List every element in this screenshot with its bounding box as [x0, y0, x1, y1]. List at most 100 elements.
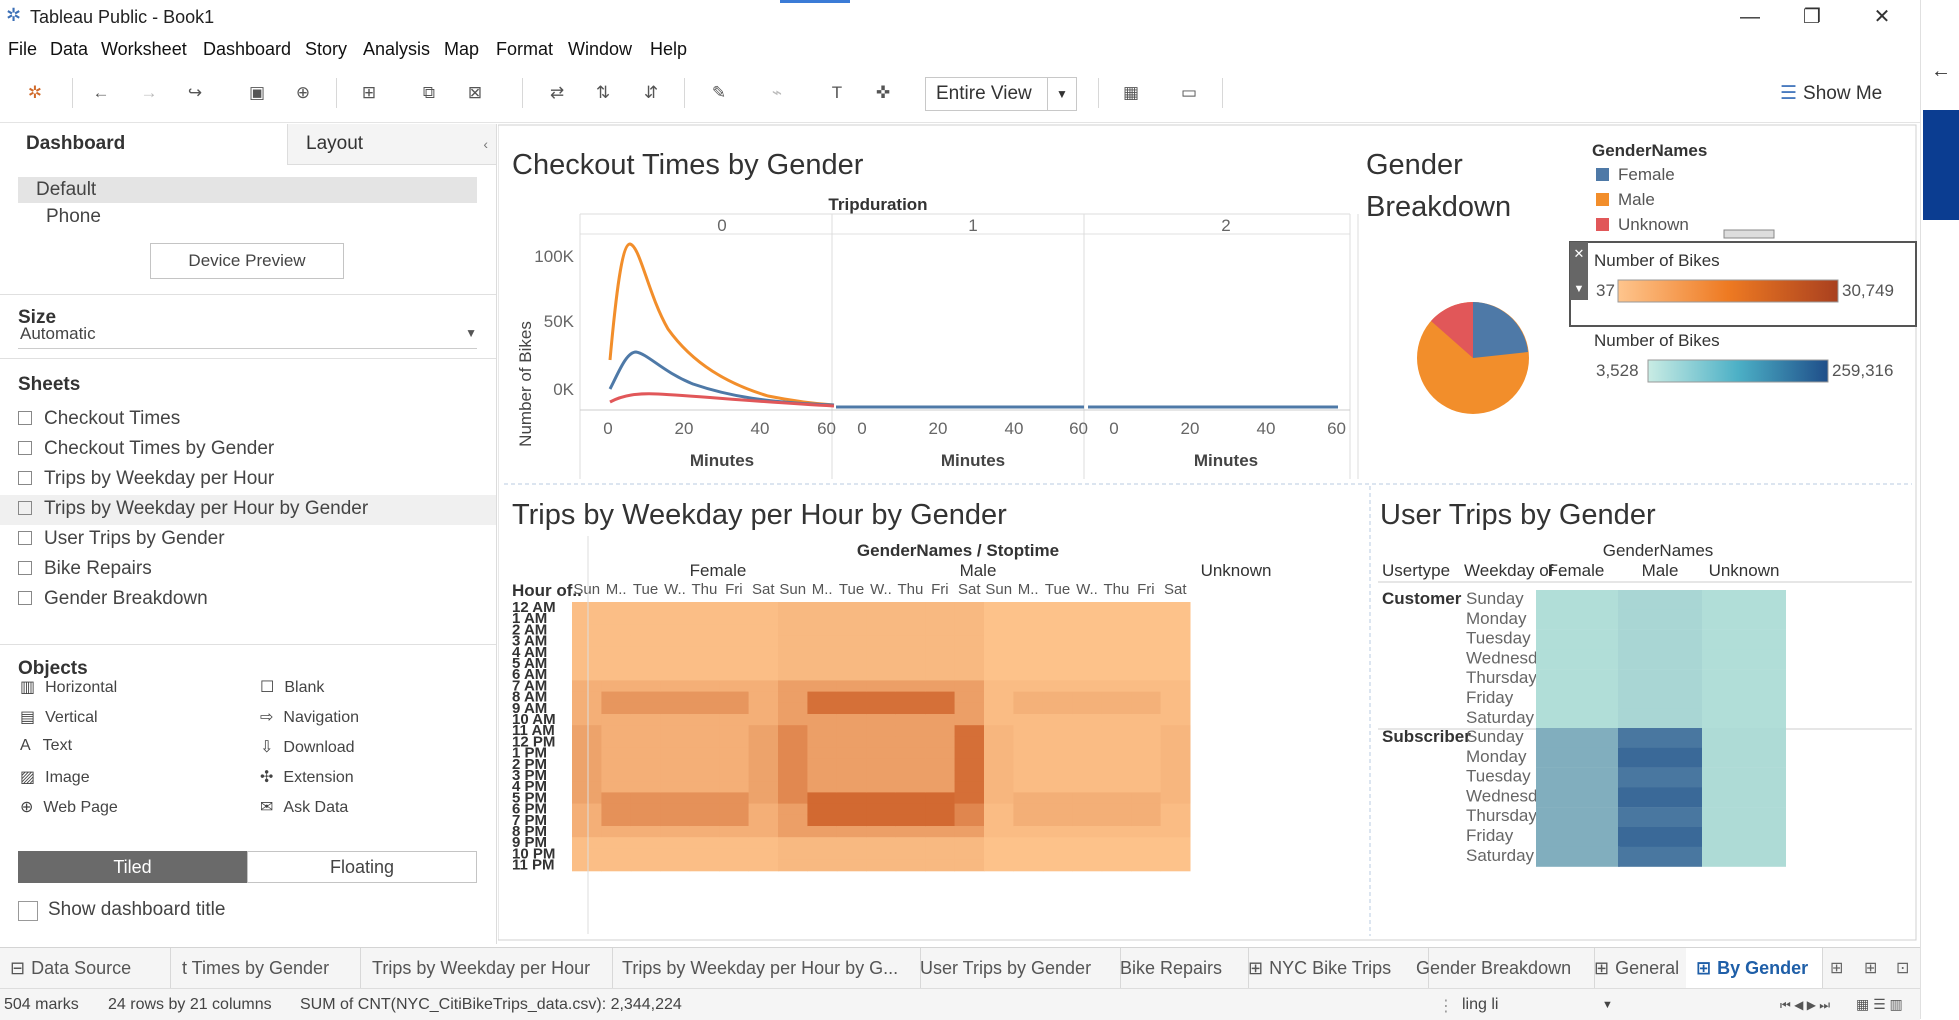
object-blank[interactable]: ☐ Blank: [260, 677, 324, 697]
tab-data-source[interactable]: ⊟ Data Source: [0, 948, 171, 988]
object-text[interactable]: A Text: [20, 737, 72, 755]
heatmap-day-label: W..: [1076, 581, 1098, 598]
drag-handle[interactable]: [1723, 229, 1775, 239]
label-icon[interactable]: T: [826, 82, 848, 104]
dashboard-tab-active[interactable]: ⊞ By Gender: [1686, 948, 1823, 988]
heatmap-cell: [719, 814, 750, 827]
save-icon[interactable]: ▣: [246, 82, 268, 104]
sort-ascending-icon[interactable]: ⇅: [592, 82, 614, 104]
sheet-tab[interactable]: Trips by Weekday per Hour by G...: [612, 948, 921, 988]
heatmap-cell: [778, 781, 808, 793]
minimize-icon[interactable]: —: [1730, 4, 1770, 30]
heatmap-cell: [1072, 725, 1103, 737]
usertrips-cell: [1618, 609, 1702, 630]
object-extension[interactable]: ✣ Extension: [260, 767, 354, 787]
heatmap-cell: [1072, 770, 1103, 782]
chevron-down-icon[interactable]: ▼: [1602, 999, 1613, 1011]
swap-icon[interactable]: ⇄: [546, 82, 568, 104]
sheet-item[interactable]: Trips by Weekday per Hour: [18, 468, 496, 492]
menu-file[interactable]: File: [8, 39, 37, 60]
sheet-item[interactable]: Trips by Weekday per Hour by Gender: [18, 498, 496, 522]
sheet-tab[interactable]: Trips by Weekday per Hour: [362, 948, 613, 988]
undo-icon[interactable]: ←: [90, 82, 112, 104]
menu-worksheet[interactable]: Worksheet: [101, 39, 187, 60]
clear-sheet-icon[interactable]: ⊠: [464, 82, 486, 104]
heatmap-cell: [601, 635, 632, 648]
menu-map[interactable]: Map: [444, 39, 479, 60]
sheet-item[interactable]: Checkout Times by Gender: [18, 438, 496, 462]
object-web-page[interactable]: ⊕ Web Page: [20, 797, 118, 817]
dashboard-tab[interactable]: ⊞ General: [1584, 948, 1695, 988]
grid-view-icon[interactable]: ▦ ☰ ▥: [1856, 996, 1903, 1013]
add-data-source-icon[interactable]: ⊕: [292, 82, 314, 104]
object-download[interactable]: ⇩ Download: [260, 737, 355, 757]
heatmap-cell: [1013, 747, 1044, 760]
tab-label: User Trips by Gender: [920, 958, 1092, 978]
device-preview-button[interactable]: Device Preview: [150, 243, 344, 279]
title-bar: ✲ Tableau Public - Book1 — ❐ ✕: [0, 0, 1920, 34]
status-user[interactable]: ling li: [1462, 996, 1498, 1014]
usertrips-cell: [1702, 609, 1786, 630]
close-icon[interactable]: ✕: [1862, 4, 1902, 30]
heatmap-cell: [866, 624, 897, 637]
new-story-icon[interactable]: ⊡: [1896, 958, 1909, 978]
object-navigation[interactable]: ⇨ Navigation: [260, 707, 359, 727]
chevron-down-icon[interactable]: ▼: [1574, 283, 1585, 295]
new-worksheet-icon[interactable]: ⊞: [1830, 958, 1843, 978]
menu-analysis[interactable]: Analysis: [363, 39, 430, 60]
dashboard-tab[interactable]: ⊞ NYC Bike Trips: [1238, 948, 1429, 988]
tableau-home-icon[interactable]: ✲: [24, 82, 46, 104]
device-phone[interactable]: Phone: [46, 206, 101, 228]
object-image[interactable]: ▨ Image: [20, 767, 90, 787]
sheet-navigation-arrows-icon[interactable]: ⏮ ◀ ▶ ⏭: [1780, 998, 1830, 1013]
chevron-down-icon: ▼: [1047, 78, 1076, 110]
sort-descending-icon[interactable]: ⇵: [640, 82, 662, 104]
sheet-item[interactable]: Bike Repairs: [18, 558, 496, 582]
highlight-icon[interactable]: ✎: [708, 82, 730, 104]
presentation-mode-icon[interactable]: ▭: [1178, 82, 1200, 104]
redo-icon[interactable]: →: [138, 82, 160, 104]
menu-dashboard[interactable]: Dashboard: [203, 39, 291, 60]
tab-dashboard[interactable]: Dashboard: [0, 124, 287, 164]
pin-icon[interactable]: ✜: [872, 82, 894, 104]
maximize-icon[interactable]: ❐: [1792, 4, 1832, 30]
object-horizontal[interactable]: ▥ Horizontal: [20, 677, 117, 697]
tiled-button[interactable]: Tiled: [18, 851, 247, 883]
show-me-button[interactable]: ☰ Show Me: [1780, 82, 1882, 105]
show-cards-icon[interactable]: ▦: [1120, 82, 1142, 104]
sheet-item[interactable]: Gender Breakdown: [18, 588, 496, 612]
sheet-tab[interactable]: User Trips by Gender: [910, 948, 1121, 988]
heatmap-cell: [895, 792, 926, 805]
floating-button[interactable]: Floating: [247, 851, 477, 883]
usertrips-cell: [1618, 669, 1702, 690]
sheet-item[interactable]: Checkout Times: [18, 408, 496, 432]
menu-story[interactable]: Story: [305, 39, 347, 60]
menu-data[interactable]: Data: [50, 39, 88, 60]
sheet-tab[interactable]: Gender Breakdown: [1406, 948, 1595, 988]
group-icon[interactable]: ⌁: [766, 82, 788, 104]
fit-view-select[interactable]: Entire View ▼: [925, 77, 1077, 111]
new-dashboard-icon[interactable]: ⊞: [1864, 958, 1877, 978]
heatmap-cell: [1042, 691, 1073, 704]
replay-icon[interactable]: ↪: [184, 82, 206, 104]
device-default[interactable]: Default: [18, 177, 477, 203]
new-worksheet-icon[interactable]: ⊞: [358, 82, 380, 104]
object-vertical[interactable]: ▤ Vertical: [20, 707, 98, 727]
menu-format[interactable]: Format: [496, 39, 553, 60]
usertrips-cell: [1536, 728, 1620, 748]
menu-window[interactable]: Window: [568, 39, 632, 60]
sheet-tab[interactable]: t Times by Gender: [172, 948, 361, 988]
object-ask-data[interactable]: ✉ Ask Data: [260, 797, 348, 817]
sheet-tab[interactable]: Bike Repairs: [1110, 948, 1249, 988]
duplicate-icon[interactable]: ⧉: [418, 82, 440, 104]
close-icon[interactable]: ✕: [1574, 246, 1585, 261]
heatmap-cell: [601, 624, 632, 637]
show-title-checkbox[interactable]: [18, 901, 38, 921]
size-select[interactable]: Automatic ▼: [18, 320, 477, 349]
collapse-icon[interactable]: ‹: [483, 124, 488, 164]
heatmap-cell: [866, 714, 897, 726]
tab-layout[interactable]: Layout ‹: [287, 124, 496, 165]
menu-help[interactable]: Help: [650, 39, 687, 60]
sheet-item[interactable]: User Trips by Gender: [18, 528, 496, 552]
back-arrow-icon[interactable]: ←: [1931, 60, 1951, 83]
